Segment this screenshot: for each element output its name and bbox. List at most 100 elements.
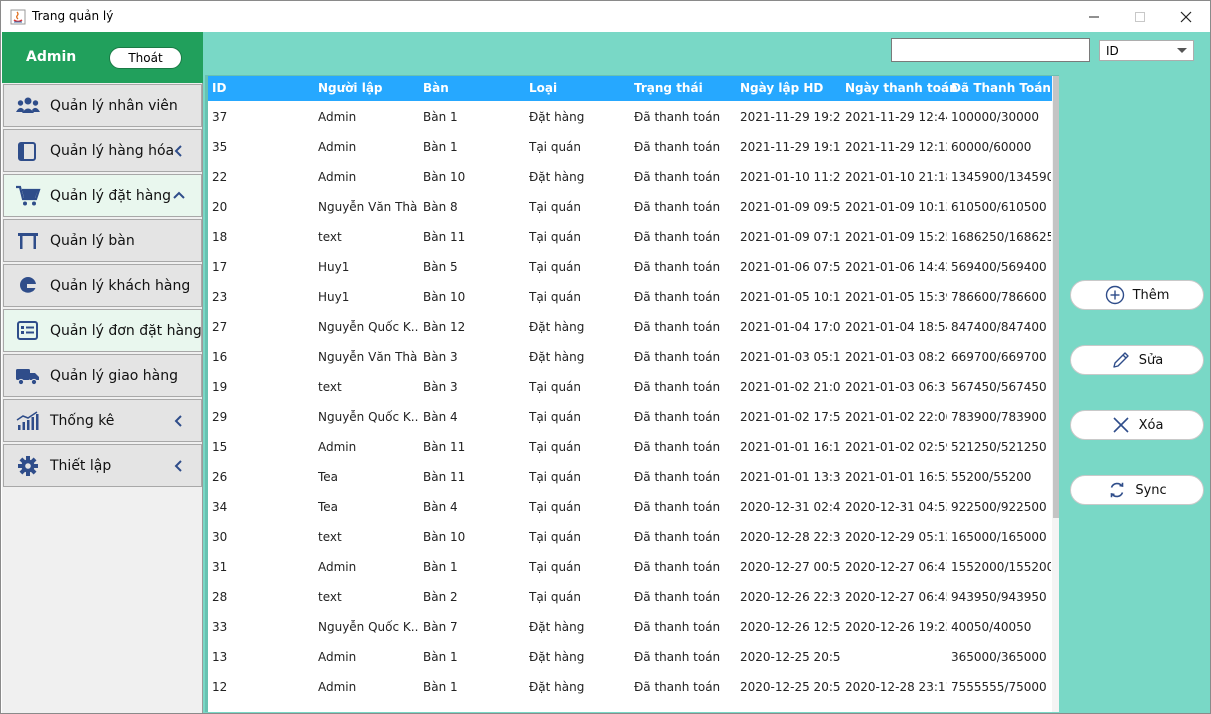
table-cell: Đặt hàng xyxy=(529,620,585,634)
table-cell: 2020-12-28 23:11:... xyxy=(845,680,947,694)
table-cell: 2021-01-01 16:52:... xyxy=(845,470,947,484)
table-row[interactable]: 20 Nguyễn Văn Thà... Bàn 8 Tại quán Đã thanh… xyxy=(208,192,1052,222)
table-row[interactable]: 28 text Bàn 2 Tại quán Đã thanh toán 2020-12-… xyxy=(208,582,1052,612)
edit-button[interactable]: Sửa xyxy=(1070,345,1204,375)
table-cell: 1345900/1345900 xyxy=(951,170,1051,184)
column-header[interactable]: Trạng thái xyxy=(634,81,703,95)
table-cell: Bàn 11 xyxy=(423,440,466,454)
maximize-button[interactable] xyxy=(1117,1,1163,32)
table-cell: 2020-12-26 12:56... xyxy=(740,620,840,634)
table-row[interactable]: 16 Nguyễn Văn Thà... Bàn 3 Đặt hàng Đã thanh… xyxy=(208,342,1052,372)
sidebar-item-9[interactable]: Thiết lập xyxy=(3,444,202,487)
table-cell: 2021-01-03 06:31:... xyxy=(845,380,947,394)
table-row[interactable]: 26 Tea Bàn 11 Tại quán Đã thanh toán 2021-01-… xyxy=(208,462,1052,492)
table-row[interactable]: 18 text Bàn 11 Tại quán Đã thanh toán 2021-01… xyxy=(208,222,1052,252)
table-cell: 2021-01-09 15:25:... xyxy=(845,230,947,244)
table-cell: 35 xyxy=(212,140,228,154)
table-cell: Bàn 3 xyxy=(423,380,458,394)
table-cell: 2021-01-05 10:17... xyxy=(740,290,840,304)
table-cell: 2020-12-28 22:37... xyxy=(740,530,840,544)
column-header[interactable]: Bàn xyxy=(423,81,449,95)
table-cell: 2020-12-26 22:36... xyxy=(740,590,840,604)
sidebar-item-6[interactable]: Quản lý đơn đặt hàng xyxy=(3,309,202,352)
minimize-button[interactable] xyxy=(1071,1,1117,32)
table-row[interactable]: 27 Nguyễn Quốc K... Bàn 12 Đặt hàng Đã thanh… xyxy=(208,312,1052,342)
table-cell: Bàn 11 xyxy=(423,470,466,484)
table-cell: Tại quán xyxy=(529,530,582,544)
table-cell: 2021-01-04 17:03... xyxy=(740,320,840,334)
sidebar-item-2[interactable]: Quản lý hàng hóa xyxy=(3,129,202,172)
table-cell: Tại quán xyxy=(529,500,582,514)
table-row[interactable]: 31 Admin Bàn 1 Tại quán Đã thanh toán 2020-12… xyxy=(208,552,1052,582)
column-header[interactable]: ID xyxy=(212,81,226,95)
column-header[interactable]: Loại xyxy=(529,81,557,95)
column-header[interactable]: Ngày thanh toán xyxy=(845,81,958,95)
table-row[interactable]: 22 Admin Bàn 10 Đặt hàng Đã thanh toán 2021-0… xyxy=(208,162,1052,192)
close-button[interactable] xyxy=(1163,1,1209,32)
table-cell: 2021-01-04 18:54:... xyxy=(845,320,947,334)
table-cell: Nguyễn Văn Thà... xyxy=(318,350,418,364)
logout-button[interactable]: Thoát xyxy=(109,47,182,69)
table-cell: Đã thanh toán xyxy=(634,260,721,274)
table-cell: Bàn 1 xyxy=(423,680,458,694)
table-row[interactable]: 23 Huy1 Bàn 10 Tại quán Đã thanh toán 2021-01… xyxy=(208,282,1052,312)
sidebar-item-3[interactable]: Quản lý đặt hàng xyxy=(3,174,202,217)
table-cell: 2020-12-31 02:41... xyxy=(740,500,840,514)
column-header[interactable]: Ngày lập HD xyxy=(740,81,823,95)
table-row[interactable]: 35 Admin Bàn 1 Tại quán Đã thanh toán 2021-11… xyxy=(208,132,1052,162)
table-row[interactable]: 17 Huy1 Bàn 5 Tại quán Đã thanh toán 2021-01-… xyxy=(208,252,1052,282)
sidebar-item-5[interactable]: Quản lý khách hàng xyxy=(3,264,202,307)
chevron-left-icon[interactable] xyxy=(172,458,186,472)
table-icon xyxy=(15,230,41,252)
table-row[interactable]: 34 Tea Bàn 4 Tại quán Đã thanh toán 2020-12-3… xyxy=(208,492,1052,522)
table-cell: 922500/922500 xyxy=(951,500,1047,514)
table-row[interactable]: 29 Nguyễn Quốc K... Bàn 4 Tại quán Đã thanh … xyxy=(208,402,1052,432)
table-row[interactable]: 12 Admin Bàn 1 Đặt hàng Đã thanh toán 2020-12… xyxy=(208,672,1052,702)
search-filter-select[interactable]: ID xyxy=(1099,40,1194,61)
table-cell: 15 xyxy=(212,440,228,454)
table-cell: Đã thanh toán xyxy=(634,590,721,604)
table-cell: 2021-11-29 12:44:... xyxy=(845,110,947,124)
box-icon xyxy=(15,140,41,162)
chevron-left-icon[interactable] xyxy=(172,413,186,427)
sidebar-item-label: Quản lý đơn đặt hàng xyxy=(50,323,202,339)
delete-button[interactable]: Xóa xyxy=(1070,410,1204,440)
sync-button[interactable]: Sync xyxy=(1070,475,1204,505)
table-cell: Bàn 10 xyxy=(423,530,466,544)
table-cell: Đã thanh toán xyxy=(634,440,721,454)
sidebar-item-1[interactable]: Quản lý nhân viên xyxy=(3,84,202,127)
table-cell: Đặt hàng xyxy=(529,110,585,124)
table-cell: Bàn 10 xyxy=(423,170,466,184)
search-input[interactable] xyxy=(891,38,1090,62)
table-row[interactable]: 15 Admin Bàn 11 Tại quán Đã thanh toán 2021-0… xyxy=(208,432,1052,462)
app-window: Trang quản lý Admin Thoát Quản lý nhân v… xyxy=(0,0,1211,714)
table-cell: 2021-01-01 16:14... xyxy=(740,440,840,454)
sidebar-item-4[interactable]: Quản lý bàn xyxy=(3,219,202,262)
table-cell: Tại quán xyxy=(529,590,582,604)
table-cell: 33 xyxy=(212,620,228,634)
table-cell: text xyxy=(318,380,342,394)
column-header[interactable]: Đã Thanh Toán xyxy=(951,81,1051,95)
table-cell: Admin xyxy=(318,140,357,154)
chevron-left-icon[interactable] xyxy=(172,143,186,157)
table-row[interactable]: 19 text Bàn 3 Tại quán Đã thanh toán 2021-01-… xyxy=(208,372,1052,402)
table-row[interactable]: 37 Admin Bàn 1 Đặt hàng Đã thanh toán 2021-11… xyxy=(208,102,1052,132)
add-button[interactable]: Thêm xyxy=(1070,280,1204,310)
sidebar-item-8[interactable]: Thống kê xyxy=(3,399,202,442)
table-cell: 26 xyxy=(212,470,228,484)
table-row[interactable]: 13 Admin Bàn 1 Đặt hàng Đã thanh toán 2020-12… xyxy=(208,642,1052,672)
vertical-scrollbar[interactable] xyxy=(1052,76,1059,712)
table-row[interactable]: 33 Nguyễn Quốc K... Bàn 7 Đặt hàng Đã thanh … xyxy=(208,612,1052,642)
table-cell: Đã thanh toán xyxy=(634,110,721,124)
table-cell: Admin xyxy=(318,650,357,664)
chevron-up-icon[interactable] xyxy=(172,188,186,202)
sidebar-item-7[interactable]: Quản lý giao hàng xyxy=(3,354,202,397)
table-cell: 2021-01-06 14:42:... xyxy=(845,260,947,274)
table-cell: 28 xyxy=(212,590,228,604)
table-cell: Bàn 11 xyxy=(423,230,466,244)
scrollbar-thumb[interactable] xyxy=(1053,76,1059,518)
table-row[interactable]: 30 text Bàn 10 Tại quán Đã thanh toán 2020-12… xyxy=(208,522,1052,552)
table-cell: Admin xyxy=(318,440,357,454)
sidebar-item-label: Quản lý hàng hóa xyxy=(50,143,175,159)
column-header[interactable]: Người lập xyxy=(318,81,383,95)
